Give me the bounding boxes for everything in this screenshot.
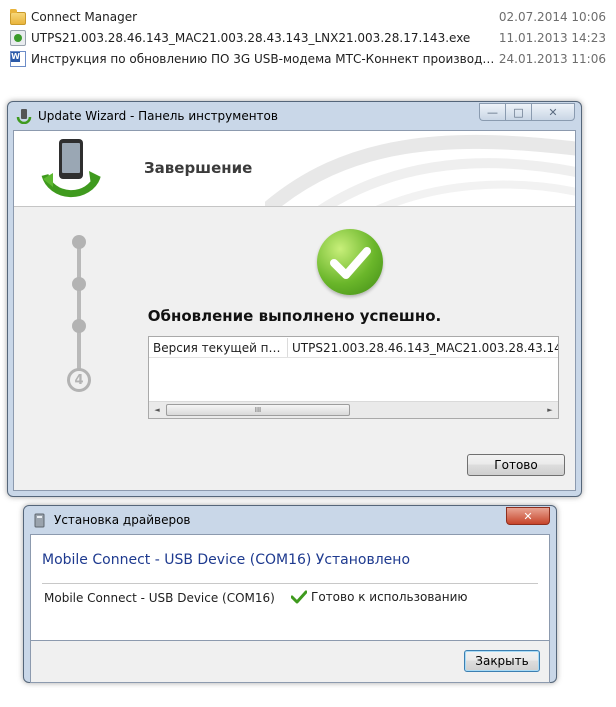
horizontal-scrollbar[interactable]: ◄ III ► (149, 401, 558, 418)
file-date: 11.01.2013 14:23 (498, 31, 606, 45)
driver-install-titlebar[interactable]: Установка драйверов (24, 506, 556, 534)
driver-install-content: Mobile Connect - USB Device (COM16) Уста… (30, 534, 550, 641)
maximize-button[interactable]: □ (505, 103, 531, 121)
success-check-icon (317, 229, 383, 295)
file-date: 24.01.2013 11:06 (498, 52, 606, 66)
phone-update-icon (41, 139, 101, 198)
scroll-left-arrow-icon[interactable]: ◄ (149, 402, 165, 418)
header-decoration (265, 134, 575, 206)
scrollbar-thumb[interactable]: III (166, 404, 350, 416)
file-name: UTPS21.003.28.46.143_MAC21.003.28.43.143… (31, 31, 471, 45)
driver-install-footer: Закрыть (30, 641, 550, 683)
step-1-indicator (72, 235, 86, 249)
caption-buttons: — □ ✕ (479, 103, 575, 121)
step-4-indicator: 4 (67, 368, 91, 392)
update-wizard-title: Update Wizard - Панель инструментов (38, 109, 278, 123)
scroll-right-arrow-icon[interactable]: ► (542, 402, 558, 418)
success-message: Обновление выполнено успешно. (147, 307, 442, 325)
file-row-instruction[interactable]: Инструкция по обновлению ПО 3G USB-модем… (10, 49, 606, 69)
close-button[interactable]: ✕ (531, 103, 575, 121)
file-name: Инструкция по обновлению ПО 3G USB-модем… (31, 52, 496, 66)
wizard-app-icon (16, 108, 32, 125)
device-install-icon (32, 512, 48, 528)
checkmark-icon (291, 590, 307, 604)
table-row[interactable]: Версия текущей пан... UTPS21.003.28.46.1… (149, 338, 558, 358)
update-wizard-window: Update Wizard - Панель инструментов — □ … (7, 101, 582, 497)
version-label-cell: Версия текущей пан... (149, 338, 288, 357)
driver-install-title: Установка драйверов (54, 513, 191, 527)
done-button[interactable]: Готово (467, 454, 565, 476)
wizard-client-area: Завершение 4 Обновление выполнено успешн… (13, 130, 576, 491)
file-name: Connect Manager (31, 10, 138, 24)
divider (42, 583, 538, 584)
minimize-button[interactable]: — (479, 103, 505, 121)
version-value-cell: UTPS21.003.28.46.143_MAC21.003.28.43.143… (292, 341, 558, 355)
file-row-exe[interactable]: UTPS21.003.28.46.143_MAC21.003.28.43.143… (10, 28, 606, 48)
wizard-header: Завершение (14, 131, 575, 207)
close-button[interactable]: ✕ (506, 507, 550, 525)
device-name: Mobile Connect - USB Device (COM16) (44, 591, 275, 605)
device-status: Готово к использованию (291, 590, 468, 604)
file-date: 02.07.2014 10:06 (498, 10, 606, 24)
file-row-connect-manager[interactable]: Connect Manager 02.07.2014 10:06 (10, 7, 606, 27)
device-status-text: Готово к использованию (311, 590, 468, 604)
wizard-step-title: Завершение (144, 159, 253, 177)
close-dialog-button[interactable]: Закрыть (464, 650, 540, 672)
word-document-icon (10, 51, 26, 67)
driver-install-window: Установка драйверов ✕ Mobile Connect - U… (23, 505, 557, 683)
caption-buttons: ✕ (506, 507, 550, 525)
step-2-indicator (72, 277, 86, 291)
driver-install-heading: Mobile Connect - USB Device (COM16) Уста… (42, 552, 411, 568)
exe-icon (10, 30, 26, 46)
version-info-table: Версия текущей пан... UTPS21.003.28.46.1… (148, 336, 559, 419)
folder-icon (10, 8, 26, 25)
